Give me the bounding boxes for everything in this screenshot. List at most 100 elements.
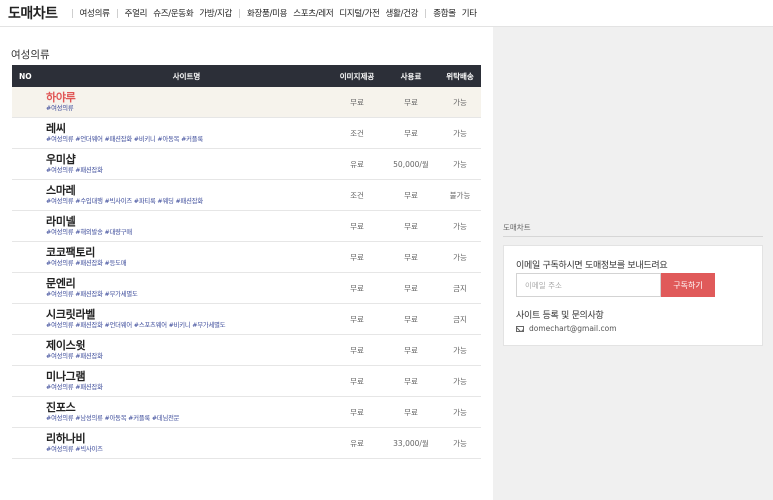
site-tags: #여성의류 #해외발송 #대량구매 [46,229,132,236]
nav-divider [425,8,427,18]
image-cell: 무료 [350,252,364,262]
email-input[interactable] [516,273,661,297]
nav-item-digital[interactable]: 디지털/가전 [339,7,379,19]
table-row[interactable]: 레씨 #여성의류 #언더웨어 #패션잡화 #비키니 #아동복 #커플룩 조건 무료… [12,118,481,149]
usage-cell: 무료 [404,221,418,231]
table-row[interactable]: 우미샵 #여성의류 #패션잡화 유료 50,000/월 가능 [12,149,481,180]
delivery-cell: 가능 [453,221,467,231]
site-tags: #여성의류 #패션잡화 [46,353,103,360]
site-tags: #여성의류 [46,105,74,112]
nav-item-etc[interactable]: 기타 [462,7,477,19]
usage-cell: 무료 [404,283,418,293]
nav-divider [71,8,73,18]
sidebar-label: 도매차트 [503,223,531,232]
usage-cell: 무료 [404,407,418,417]
image-cell: 무료 [350,221,364,231]
delivery-cell: 가능 [453,159,467,169]
image-cell: 조건 [350,190,364,200]
top-navigation: 도매차트 여성의류 주얼리 슈즈/운동화 가방/지갑 화장품/미용 스포츠/레저… [0,0,773,27]
site-tags: #여성의류 #남성의류 #아동복 #커플룩 #데님전문 [46,415,180,422]
nav-item-mall[interactable]: 종합몰 [433,7,456,19]
nav-divider [116,8,118,18]
section-title: 여성의류 [11,49,50,61]
table-row[interactable]: 미나그램 #여성의류 #패션잡화 무료 무료 가능 [12,366,481,397]
usage-cell: 무료 [404,97,418,107]
mail-icon [516,325,524,332]
usage-cell: 50,000/월 [393,159,429,169]
nav-item-women-clothing[interactable]: 여성의류 [80,7,110,19]
image-cell: 무료 [350,407,364,417]
site-tags: #여성의류 #빅사이즈 [46,446,103,453]
table-row[interactable]: 하야루 #여성의류 무료 무료 가능 [12,87,481,118]
contact-email-line: domechart@gmail.com [516,324,617,333]
delivery-cell: 가능 [453,252,467,262]
usage-cell: 무료 [404,314,418,324]
subscribe-box: 이메일 구독하시면 도매정보를 보내드려요 구독하기 사이트 등록 및 문의사항… [503,245,763,346]
column-header-delivery: 위탁배송 [446,71,474,81]
site-name[interactable]: 진포스 [46,401,331,414]
site-name[interactable]: 제이스윗 [46,339,331,352]
site-logo[interactable]: 도매차트 [8,3,58,23]
image-cell: 무료 [350,314,364,324]
delivery-cell: 금지 [453,283,467,293]
site-tags: #여성의류 #패션잡화 #등도매 [46,260,127,267]
site-name[interactable]: 미나그램 [46,370,331,383]
table-row[interactable]: 스마레 #여성의류 #수입대행 #빅사이즈 #파티룩 #웨딩 #패션잡화 조건 무… [12,180,481,211]
site-name[interactable]: 우미샵 [46,153,331,166]
delivery-cell: 가능 [453,97,467,107]
nav-item-sports[interactable]: 스포츠/레저 [293,7,333,19]
contact-title: 사이트 등록 및 문의사항 [516,311,604,321]
nav-divider [239,8,241,18]
site-name[interactable]: 코코팩토리 [46,246,331,259]
table-row[interactable]: 시크릿라벨 #여성의류 #패션잡화 #언더웨어 #스포츠웨어 #비키니 #부가세별… [12,304,481,335]
usage-cell: 무료 [404,190,418,200]
site-name[interactable]: 스마레 [46,184,331,197]
usage-cell: 무료 [404,345,418,355]
delivery-cell: 가능 [453,438,467,448]
site-name[interactable]: 레씨 [46,122,331,135]
image-cell: 무료 [350,345,364,355]
table-row[interactable]: 문엔리 #여성의류 #패션잡화 #부가세별도 무료 무료 금지 [12,273,481,304]
nav-item-shoes[interactable]: 슈즈/운동화 [153,7,193,19]
nav-item-cosmetics[interactable]: 화장품/미용 [247,7,287,19]
site-tags: #여성의류 #패션잡화 [46,384,103,391]
column-header-no: NO [19,71,32,81]
image-cell: 무료 [350,97,364,107]
delivery-cell: 가능 [453,376,467,386]
site-tags: #여성의류 #언더웨어 #패션잡화 #비키니 #아동복 #커플룩 [46,136,203,143]
column-header-usage: 사용료 [400,71,422,81]
site-tags: #여성의류 #수입대행 #빅사이즈 #파티룩 #웨딩 #패션잡화 [46,198,203,205]
contact-email[interactable]: domechart@gmail.com [529,324,617,333]
table-row[interactable]: 진포스 #여성의류 #남성의류 #아동복 #커플룩 #데님전문 무료 무료 가능 [12,397,481,428]
subscribe-title: 이메일 구독하시면 도매정보를 보내드려요 [516,261,668,271]
image-cell: 무료 [350,283,364,293]
table-row[interactable]: 코코팩토리 #여성의류 #패션잡화 #등도매 무료 무료 가능 [12,242,481,273]
image-cell: 무료 [350,376,364,386]
site-tags: #여성의류 #패션잡화 [46,167,103,174]
nav-item-living[interactable]: 생활/건강 [386,7,419,19]
usage-cell: 33,000/월 [393,438,429,448]
nav-item-jewelry[interactable]: 주얼리 [125,7,148,19]
delivery-cell: 금지 [453,314,467,324]
delivery-cell: 불가능 [449,190,471,200]
delivery-cell: 가능 [453,345,467,355]
nav-item-bags[interactable]: 가방/지갑 [199,7,232,19]
site-name[interactable]: 리하나비 [46,432,331,445]
site-tags: #여성의류 #패션잡화 #언더웨어 #스포츠웨어 #비키니 #부가세별도 [46,322,226,329]
table-row[interactable]: 라미넬 #여성의류 #해외발송 #대량구매 무료 무료 가능 [12,211,481,242]
image-cell: 조건 [350,128,364,138]
usage-cell: 무료 [404,252,418,262]
site-name[interactable]: 하야루 [46,91,331,104]
image-cell: 유료 [350,159,364,169]
site-name[interactable]: 라미넬 [46,215,331,228]
column-header-site: 사이트명 [172,71,201,81]
site-tags: #여성의류 #패션잡화 #부가세별도 [46,291,138,298]
usage-cell: 무료 [404,376,418,386]
site-name[interactable]: 문엔리 [46,277,331,290]
usage-cell: 무료 [404,128,418,138]
subscribe-button[interactable]: 구독하기 [661,273,715,297]
table-row[interactable]: 제이스윗 #여성의류 #패션잡화 무료 무료 가능 [12,335,481,366]
delivery-cell: 가능 [453,407,467,417]
table-row[interactable]: 리하나비 #여성의류 #빅사이즈 유료 33,000/월 가능 [12,428,481,459]
site-name[interactable]: 시크릿라벨 [46,308,331,321]
